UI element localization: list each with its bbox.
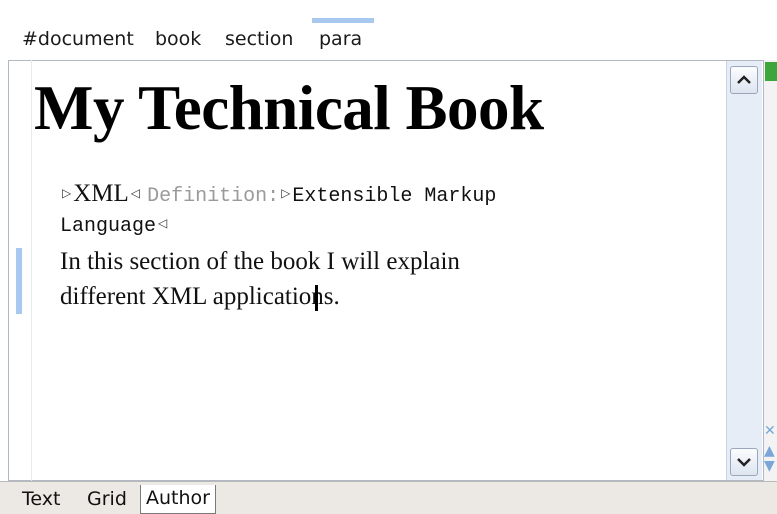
definition-text-continued[interactable]: Language [60,215,156,238]
glossary-line-1[interactable]: ▷XML ◁ Definition: ▷ Extensible Markup [60,180,496,208]
book-title[interactable]: My Technical Book [34,72,544,145]
status-ok-icon [765,62,777,81]
editor-gutter [31,60,32,481]
definition-text[interactable]: Extensible Markup [292,185,496,208]
tag-start-icon[interactable]: ▷ [62,186,71,200]
tag-end-icon[interactable]: ◁ [158,216,167,230]
tab-text[interactable]: Text [22,488,60,510]
text-caret [315,285,318,311]
breadcrumb: #document book section para [0,0,777,60]
arrow-up-icon[interactable]: ▲ [764,444,775,458]
editor-mode-tabs: Text Grid Author [0,481,777,514]
tab-grid[interactable]: Grid [87,488,127,510]
glossary-term[interactable]: XML [73,180,129,207]
chevron-up-icon [737,75,751,84]
chevron-down-icon [737,458,751,467]
glossary-line-2[interactable]: Language ◁ [60,215,169,238]
current-block-marker [16,248,22,314]
definition-label: Definition: [147,185,280,208]
scroll-up-button[interactable] [730,66,758,94]
breadcrumb-para[interactable]: para [319,28,362,50]
vertical-scrollbar[interactable] [726,61,762,480]
right-side-panel [764,60,777,481]
tab-author[interactable]: Author [140,485,216,514]
breadcrumb-document[interactable]: #document [22,28,134,50]
breadcrumb-section[interactable]: section [225,28,293,50]
arrow-down-icon[interactable]: ▼ [764,459,775,473]
scroll-down-button[interactable] [730,448,758,476]
paragraph-line-1[interactable]: In this section of the book I will expla… [60,248,460,276]
tag-start-icon[interactable]: ▷ [281,186,290,200]
close-icon[interactable]: ✕ [764,424,776,438]
tag-end-icon[interactable]: ◁ [131,186,140,200]
breadcrumb-book[interactable]: book [155,28,201,50]
paragraph-line-2[interactable]: different XML applications. [60,283,340,311]
breadcrumb-active-indicator [312,18,374,23]
